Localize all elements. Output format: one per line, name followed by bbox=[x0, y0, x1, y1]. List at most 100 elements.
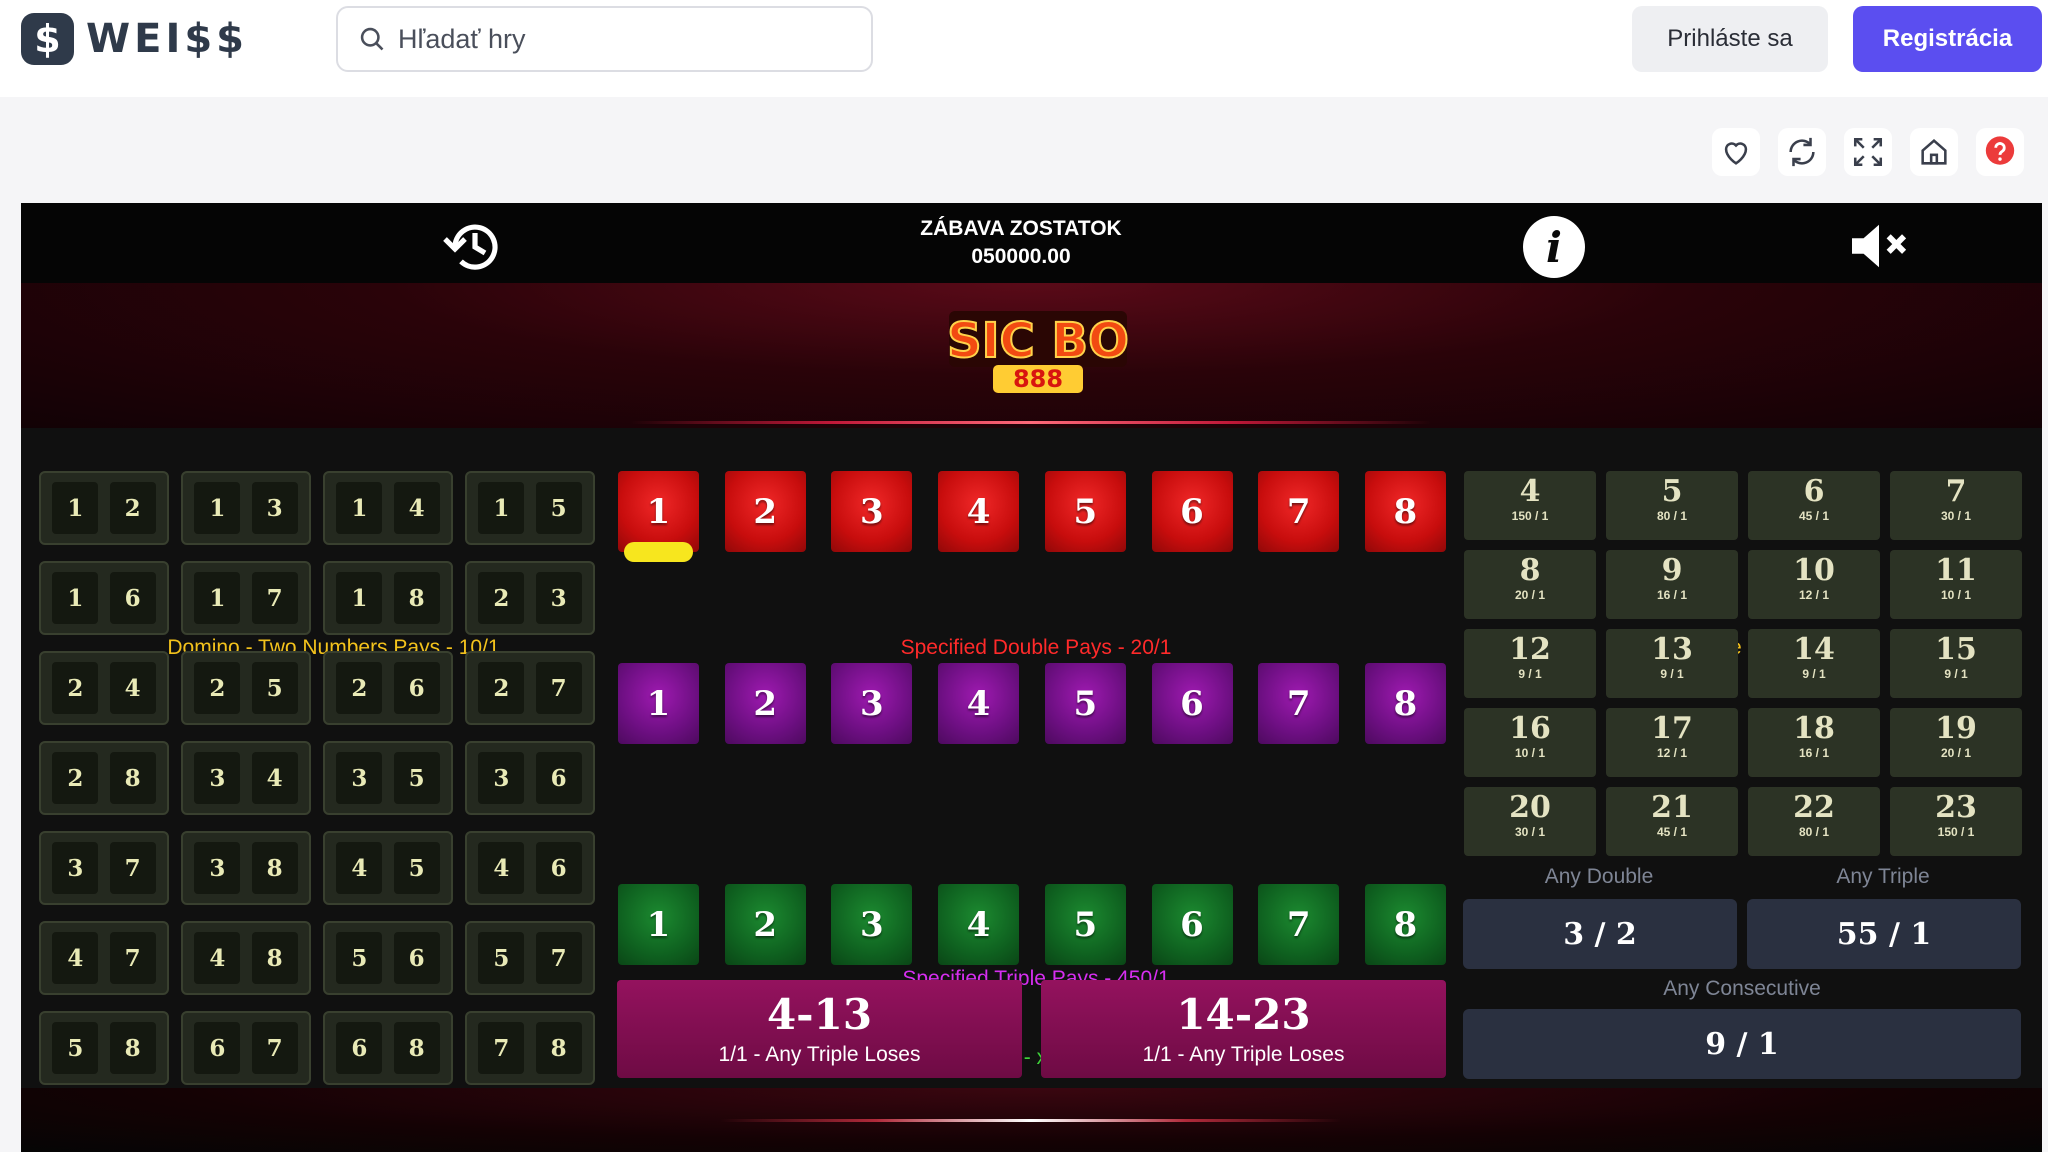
double-bet-button[interactable]: 6 bbox=[1151, 471, 1233, 552]
total-score-button[interactable]: 5 80 / 1 bbox=[1606, 471, 1738, 540]
total-score-button[interactable]: 15 9 / 1 bbox=[1890, 629, 2022, 698]
triple-bet-button[interactable]: 6 bbox=[1151, 663, 1233, 744]
domino-bet-button[interactable]: 78 bbox=[465, 1011, 595, 1085]
total-score-number: 10 bbox=[1793, 553, 1835, 588]
double-bet-button[interactable]: 2 bbox=[724, 471, 806, 552]
total-score-number: 20 bbox=[1509, 790, 1551, 825]
total-score-button[interactable]: 6 45 / 1 bbox=[1748, 471, 1880, 540]
domino-bet-button[interactable]: 13 bbox=[181, 471, 311, 545]
total-score-button[interactable]: 18 16 / 1 bbox=[1748, 708, 1880, 777]
total-score-payout: 12 / 1 bbox=[1656, 746, 1688, 760]
triple-bet-button[interactable]: 3 bbox=[831, 663, 913, 744]
domino-bet-button[interactable]: 67 bbox=[181, 1011, 311, 1085]
triple-bet-button[interactable]: 1 bbox=[618, 663, 699, 744]
domino-bet-button[interactable]: 38 bbox=[181, 831, 311, 905]
total-score-button[interactable]: 9 16 / 1 bbox=[1606, 550, 1738, 619]
triple-bet-button[interactable]: 4 bbox=[938, 663, 1020, 744]
single-bet-button[interactable]: 3 bbox=[831, 884, 913, 965]
single-bet-button[interactable]: 1 bbox=[618, 884, 699, 965]
refresh-icon[interactable] bbox=[1778, 128, 1826, 176]
total-score-button[interactable]: 13 9 / 1 bbox=[1606, 629, 1738, 698]
double-bet-button[interactable]: 5 bbox=[1044, 471, 1126, 552]
register-button[interactable]: Registrácia bbox=[1853, 6, 2042, 72]
domino-bet-button[interactable]: 14 bbox=[323, 471, 453, 545]
domino-bet-button[interactable]: 12 bbox=[39, 471, 169, 545]
single-bet-button[interactable]: 6 bbox=[1151, 884, 1233, 965]
domino-number: 4 bbox=[194, 932, 241, 984]
single-bet-button[interactable]: 2 bbox=[724, 884, 806, 965]
total-score-button[interactable]: 14 9 / 1 bbox=[1748, 629, 1880, 698]
domino-bet-button[interactable]: 34 bbox=[181, 741, 311, 815]
home-icon[interactable] bbox=[1910, 128, 1958, 176]
total-score-button[interactable]: 10 12 / 1 bbox=[1748, 550, 1880, 619]
fullscreen-icon[interactable] bbox=[1844, 128, 1892, 176]
total-score-button[interactable]: 8 20 / 1 bbox=[1464, 550, 1596, 619]
total-score-payout: 16 / 1 bbox=[1798, 746, 1830, 760]
any-triple-button[interactable]: 55 / 1 bbox=[1747, 899, 2021, 969]
mute-icon[interactable] bbox=[1847, 219, 1911, 273]
domino-number: 3 bbox=[478, 752, 525, 804]
total-score-button[interactable]: 22 80 / 1 bbox=[1748, 787, 1880, 856]
domino-bet-button[interactable]: 16 bbox=[39, 561, 169, 635]
domino-bet-button[interactable]: 17 bbox=[181, 561, 311, 635]
total-score-button[interactable]: 4 150 / 1 bbox=[1464, 471, 1596, 540]
single-bet-button[interactable]: 4 bbox=[938, 884, 1020, 965]
domino-bet-button[interactable]: 26 bbox=[323, 651, 453, 725]
login-button[interactable]: Prihláste sa bbox=[1632, 6, 1828, 72]
total-score-button[interactable]: 20 30 / 1 bbox=[1464, 787, 1596, 856]
domino-number: 5 bbox=[393, 842, 440, 894]
domino-bet-button[interactable]: 48 bbox=[181, 921, 311, 995]
search-box[interactable] bbox=[336, 6, 873, 72]
double-bet-button[interactable]: 1 bbox=[618, 471, 699, 552]
search-input[interactable] bbox=[398, 23, 858, 55]
history-icon[interactable] bbox=[441, 217, 505, 277]
triple-bet-button[interactable]: 8 bbox=[1364, 663, 1446, 744]
single-bet-button[interactable]: 7 bbox=[1258, 884, 1340, 965]
domino-bet-button[interactable]: 36 bbox=[465, 741, 595, 815]
domino-bet-button[interactable]: 58 bbox=[39, 1011, 169, 1085]
total-score-button[interactable]: 23 150 / 1 bbox=[1890, 787, 2022, 856]
domino-bet-button[interactable]: 25 bbox=[181, 651, 311, 725]
domino-bet-button[interactable]: 27 bbox=[465, 651, 595, 725]
domino-bet-button[interactable]: 28 bbox=[39, 741, 169, 815]
total-score-button[interactable]: 11 10 / 1 bbox=[1890, 550, 2022, 619]
domino-bet-button[interactable]: 35 bbox=[323, 741, 453, 815]
double-bet-button[interactable]: 7 bbox=[1258, 471, 1340, 552]
range-high-button[interactable]: 14-23 1/1 - Any Triple Loses bbox=[1041, 980, 1446, 1078]
total-score-button[interactable]: 19 20 / 1 bbox=[1890, 708, 2022, 777]
domino-number: 8 bbox=[535, 1022, 582, 1074]
triple-bet-button[interactable]: 2 bbox=[724, 663, 806, 744]
domino-bet-button[interactable]: 56 bbox=[323, 921, 453, 995]
domino-bet-button[interactable]: 47 bbox=[39, 921, 169, 995]
info-icon[interactable]: i bbox=[1523, 216, 1585, 278]
domino-bet-button[interactable]: 37 bbox=[39, 831, 169, 905]
domino-bet-button[interactable]: 68 bbox=[323, 1011, 453, 1085]
domino-bet-button[interactable]: 46 bbox=[465, 831, 595, 905]
any-consecutive-button[interactable]: 9 / 1 bbox=[1463, 1009, 2021, 1079]
total-score-button[interactable]: 7 30 / 1 bbox=[1890, 471, 2022, 540]
help-icon[interactable] bbox=[1976, 128, 2024, 176]
total-score-number: 19 bbox=[1935, 711, 1977, 746]
triple-bet-button[interactable]: 5 bbox=[1044, 663, 1126, 744]
total-score-button[interactable]: 21 45 / 1 bbox=[1606, 787, 1738, 856]
total-score-button[interactable]: 17 12 / 1 bbox=[1606, 708, 1738, 777]
domino-bet-button[interactable]: 24 bbox=[39, 651, 169, 725]
total-score-button[interactable]: 12 9 / 1 bbox=[1464, 629, 1596, 698]
total-score-button[interactable]: 16 10 / 1 bbox=[1464, 708, 1596, 777]
brand-logo[interactable]: $ WEI$$ bbox=[21, 13, 248, 65]
single-bet-button[interactable]: 8 bbox=[1364, 884, 1446, 965]
triple-bet-button[interactable]: 7 bbox=[1258, 663, 1340, 744]
domino-bet-button[interactable]: 45 bbox=[323, 831, 453, 905]
single-bet-button[interactable]: 5 bbox=[1044, 884, 1126, 965]
any-double-button[interactable]: 3 / 2 bbox=[1463, 899, 1737, 969]
range-low-button[interactable]: 4-13 1/1 - Any Triple Loses bbox=[617, 980, 1022, 1078]
total-score-payout: 150 / 1 bbox=[1511, 509, 1549, 523]
domino-bet-button[interactable]: 57 bbox=[465, 921, 595, 995]
domino-bet-button[interactable]: 15 bbox=[465, 471, 595, 545]
double-bet-button[interactable]: 4 bbox=[938, 471, 1020, 552]
domino-bet-button[interactable]: 23 bbox=[465, 561, 595, 635]
double-bet-button[interactable]: 3 bbox=[831, 471, 913, 552]
double-bet-button[interactable]: 8 bbox=[1364, 471, 1446, 552]
domino-bet-button[interactable]: 18 bbox=[323, 561, 453, 635]
heart-icon[interactable] bbox=[1712, 128, 1760, 176]
